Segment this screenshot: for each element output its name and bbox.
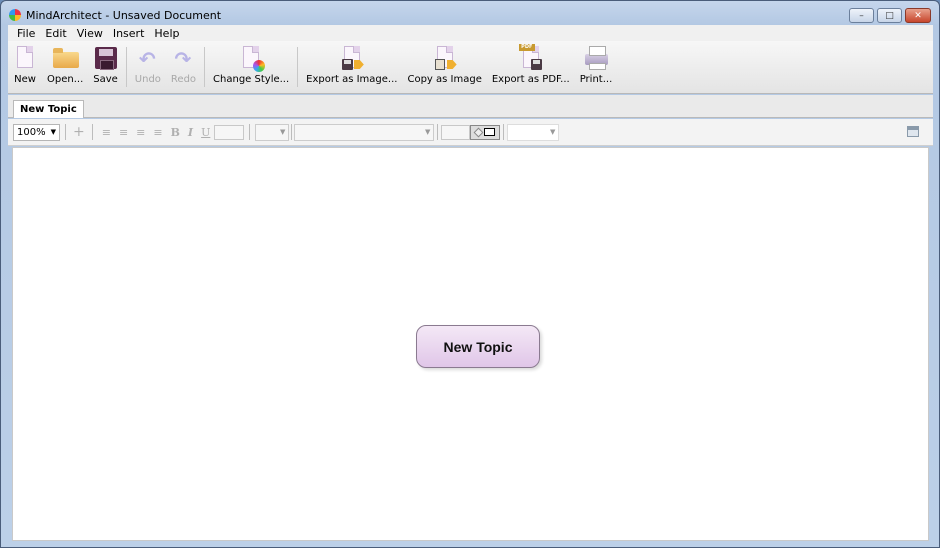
menu-bar: File Edit View Insert Help	[8, 25, 933, 41]
format-separator	[291, 124, 293, 140]
window-title: MindArchitect - Unsaved Document	[26, 9, 222, 22]
menu-insert[interactable]: Insert	[108, 27, 150, 40]
zoom-select[interactable]: 100% ▼	[13, 123, 60, 141]
rectangle-shape-icon	[484, 128, 496, 136]
menu-file[interactable]: File	[12, 27, 40, 40]
new-label: New	[14, 74, 36, 85]
shape-select-button[interactable]	[470, 124, 501, 140]
format-separator	[249, 124, 251, 140]
toolbar-separator	[297, 47, 299, 87]
main-toolbar: New Open... Save ↶ Undo ↷ Redo Change St…	[8, 41, 933, 94]
underline-icon[interactable]: U	[201, 126, 210, 139]
minimize-button[interactable]: –	[849, 8, 874, 23]
change-style-label: Change Style...	[213, 74, 290, 85]
export-image-button[interactable]: Export as Image...	[301, 41, 402, 94]
font-size-select[interactable]: ▼	[255, 123, 290, 141]
open-button[interactable]: Open...	[42, 41, 88, 94]
save-button[interactable]: Save	[88, 41, 123, 94]
topic-node[interactable]: New Topic	[416, 325, 540, 368]
save-label: Save	[93, 74, 118, 85]
style-palette-icon	[239, 46, 266, 72]
format-separator	[437, 124, 439, 140]
export-image-icon	[340, 46, 364, 70]
panel-settings-icon[interactable]	[907, 126, 919, 137]
change-style-button[interactable]: Change Style...	[208, 41, 294, 94]
export-pdf-label: Export as PDF...	[491, 74, 570, 85]
diamond-shape-icon	[473, 127, 484, 137]
menu-view[interactable]: View	[72, 27, 108, 40]
app-window: MindArchitect - Unsaved Document – □ ✕ F…	[0, 0, 940, 548]
undo-label: Undo	[134, 74, 161, 85]
maximize-button[interactable]: □	[877, 8, 902, 23]
copy-image-button[interactable]: Copy as Image	[402, 41, 486, 94]
toolbar-separator	[204, 47, 206, 87]
new-document-icon	[13, 46, 37, 70]
print-label: Print...	[579, 74, 613, 85]
zoom-value: 100%	[17, 126, 46, 138]
app-logo-icon	[9, 9, 21, 21]
text-color-swatch[interactable]	[214, 124, 245, 140]
font-name-select[interactable]: ▼	[294, 123, 435, 141]
title-bar: MindArchitect - Unsaved Document – □ ✕	[1, 1, 939, 25]
italic-icon[interactable]: I	[188, 126, 193, 139]
chevron-down-icon: ▼	[549, 128, 556, 136]
redo-arrow-icon: ↷	[174, 47, 192, 71]
copy-image-label: Copy as Image	[407, 74, 482, 85]
format-separator	[65, 124, 66, 140]
menu-edit[interactable]: Edit	[40, 27, 71, 40]
format-separator	[503, 124, 505, 140]
printer-icon	[584, 46, 608, 70]
align-center-icon[interactable]: ≡	[119, 126, 128, 139]
export-image-label: Export as Image...	[306, 74, 398, 85]
redo-label: Redo	[170, 74, 197, 85]
copy-image-icon	[433, 46, 457, 70]
folder-icon	[53, 46, 80, 70]
format-toolbar: 100% ▼ + ≡ ≡ ≡ ≡ B I U ▼ ▼ ▼	[8, 119, 933, 146]
redo-button[interactable]: ↷ Redo	[166, 41, 201, 94]
document-tabs: New Topic	[8, 95, 933, 118]
add-topic-icon[interactable]: +	[73, 124, 85, 140]
export-pdf-button[interactable]: PDF Export as PDF...	[487, 41, 575, 94]
undo-arrow-icon: ↶	[138, 47, 156, 71]
align-left-icon[interactable]: ≡	[102, 126, 111, 139]
print-button[interactable]: Print...	[575, 41, 618, 94]
chevron-down-icon: ▼	[279, 128, 286, 136]
mindmap-canvas[interactable]: New Topic	[12, 147, 929, 541]
tab-new-topic[interactable]: New Topic	[13, 100, 84, 118]
chevron-down-icon: ▼	[50, 128, 56, 136]
menu-help[interactable]: Help	[149, 27, 184, 40]
align-right-icon[interactable]: ≡	[136, 126, 145, 139]
bold-icon[interactable]: B	[171, 126, 180, 139]
format-separator	[91, 124, 93, 140]
export-pdf-icon: PDF	[518, 44, 543, 70]
toolbar-separator	[125, 47, 127, 87]
open-label: Open...	[47, 74, 84, 85]
undo-button[interactable]: ↶ Undo	[130, 41, 166, 94]
close-button[interactable]: ✕	[905, 8, 931, 23]
new-button[interactable]: New	[8, 41, 42, 94]
floppy-disk-icon	[94, 46, 118, 70]
line-style-select[interactable]: ▼	[507, 123, 560, 141]
fill-color-swatch[interactable]	[441, 124, 471, 140]
justify-icon[interactable]: ≡	[153, 126, 162, 139]
chevron-down-icon: ▼	[424, 128, 431, 136]
